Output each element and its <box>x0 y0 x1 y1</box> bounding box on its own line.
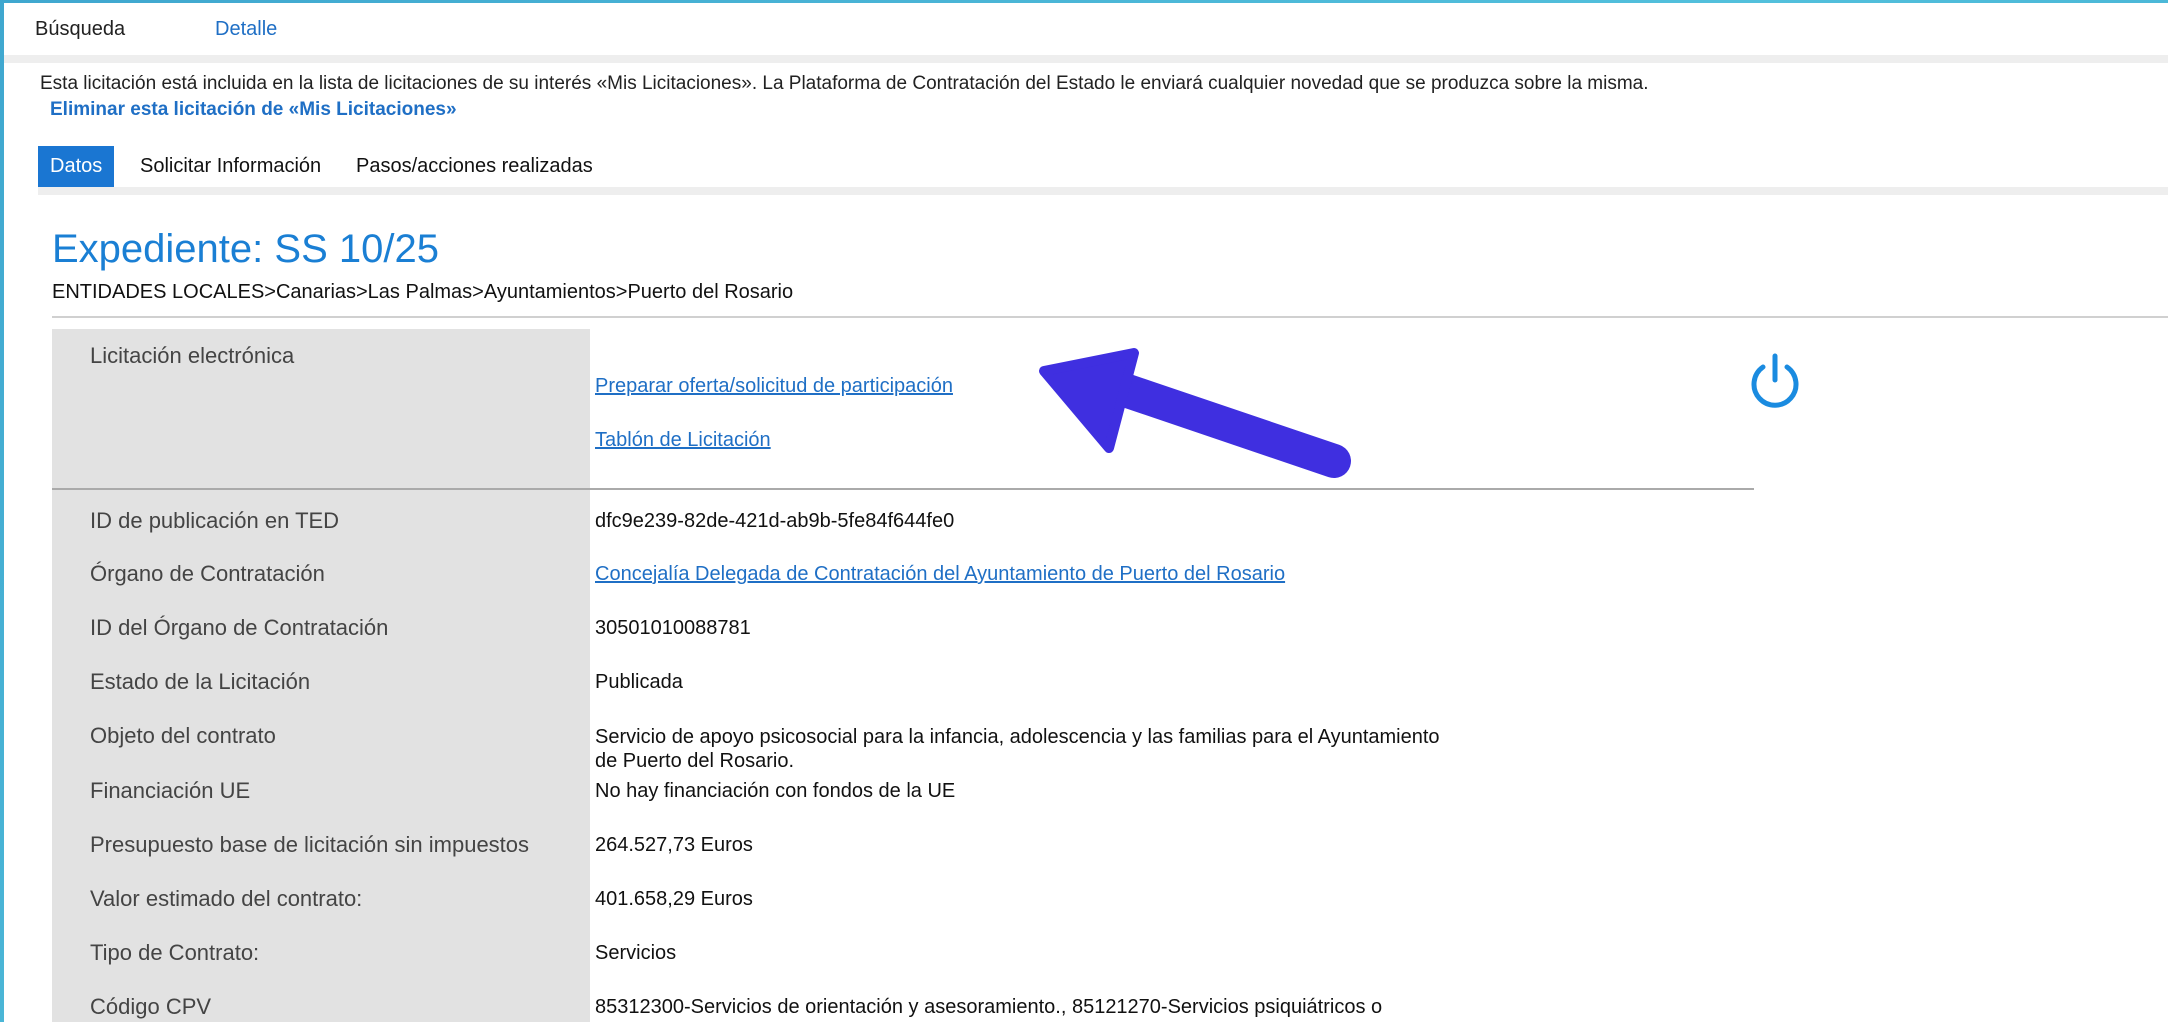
annotation-arrow-icon <box>1039 348 1351 478</box>
row-value-tipo-contrato: Servicios <box>595 942 677 964</box>
row-label-organo: Órgano de Contratación <box>90 561 325 586</box>
row-value-id-organo: 30501010088781 <box>595 617 751 639</box>
top-nav: Búsqueda Detalle <box>4 3 2168 63</box>
tab-busqueda[interactable]: Búsqueda <box>35 18 125 41</box>
row-value-estado: Publicada <box>595 671 683 693</box>
remove-from-mis-licitaciones-link[interactable]: Eliminar esta licitación de «Mis Licitac… <box>50 99 457 121</box>
row-value-objeto: Servicio de apoyo psicosocial para la in… <box>595 725 1440 773</box>
interest-notice: Esta licitación está incluida en la list… <box>40 73 1649 94</box>
row-label-tipo-contrato: Tipo de Contrato: <box>90 940 260 965</box>
row-label-financiacion: Financiación UE <box>90 778 251 803</box>
row-value-cpv: 85312300-Servicios de orientación y ases… <box>595 996 1383 1018</box>
objeto-line-2: de Puerto del Rosario. <box>595 750 795 772</box>
row-label-ted: ID de publicación en TED <box>90 508 340 533</box>
power-icon[interactable] <box>1748 353 1802 411</box>
row-label-valor-estimado: Valor estimado del contrato: <box>90 886 363 911</box>
tablon-licitacion-link[interactable]: Tablón de Licitación <box>595 429 771 452</box>
row-label-objeto: Objeto del contrato <box>90 723 276 748</box>
row-value-organo: Concejalía Delegada de Contratación del … <box>595 563 1285 586</box>
row-value-valor-estimado: 401.658,29 Euros <box>595 888 753 910</box>
row-label-presupuesto: Presupuesto base de licitación sin impue… <box>90 832 530 857</box>
row-label-estado: Estado de la Licitación <box>90 669 311 694</box>
electronica-divider <box>52 488 1754 490</box>
organo-contratacion-link[interactable]: Concejalía Delegada de Contratación del … <box>595 563 1285 585</box>
row-label-id-organo: ID del Órgano de Contratación <box>90 615 389 640</box>
row-value-presupuesto: 264.527,73 Euros <box>595 834 753 856</box>
tab-solicitar-informacion[interactable]: Solicitar Información <box>140 146 321 187</box>
objeto-line-1: Servicio de apoyo psicosocial para la in… <box>595 726 1440 748</box>
browser-page: Búsqueda Detalle Esta licitación está in… <box>4 3 2168 1022</box>
tab-pasos-acciones[interactable]: Pasos/acciones realizadas <box>356 146 593 187</box>
tab-detalle[interactable]: Detalle <box>215 18 277 41</box>
preparar-oferta-link[interactable]: Preparar oferta/solicitud de participaci… <box>595 375 953 398</box>
subtabs: Datos Solicitar Información Pasos/accion… <box>38 146 2168 195</box>
page-title: Expediente: SS 10/25 <box>52 227 439 271</box>
row-label-cpv: Código CPV <box>90 994 212 1019</box>
tab-datos[interactable]: Datos <box>38 146 115 187</box>
breadcrumb: ENTIDADES LOCALES>Canarias>Las Palmas>Ay… <box>52 281 794 303</box>
section-divider <box>52 316 2168 318</box>
licitacion-electronica-label: Licitación electrónica <box>90 343 295 368</box>
row-value-ted: dfc9e239-82de-421d-ab9b-5fe84f644fe0 <box>595 510 955 532</box>
row-value-financiacion: No hay financiación con fondos de la UE <box>595 780 956 802</box>
